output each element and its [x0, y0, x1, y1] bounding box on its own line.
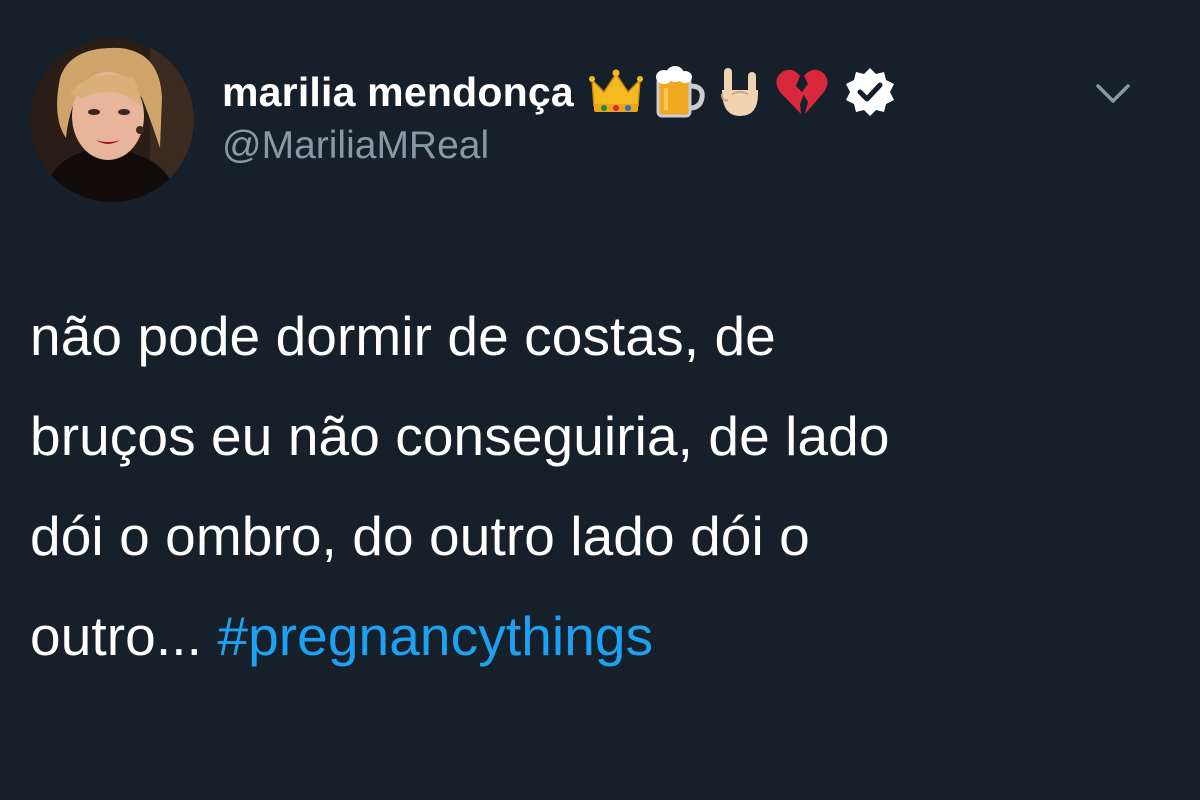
tweet-text-line: não pode dormir de costas, de [30, 305, 776, 367]
tweet-text: não pode dormir de costas, de bruços eu … [30, 286, 1150, 686]
crown-emoji [588, 64, 644, 120]
beer-mug-emoji [650, 64, 706, 120]
tweet-text-line: bruços eu não conseguiria, de lado [30, 405, 890, 467]
author-handle[interactable]: @MariliaMReal [222, 124, 489, 168]
chevron-down-icon[interactable] [1090, 76, 1136, 112]
verified-badge-icon [842, 64, 898, 120]
sign-of-horns-emoji [712, 64, 768, 120]
tweet-text-line: dói o ombro, do outro lado dói o [30, 505, 810, 567]
broken-heart-emoji [774, 64, 830, 120]
tweet-card: marilia mendonça @MariliaMReal não pode … [0, 0, 1200, 800]
avatar[interactable] [30, 38, 194, 202]
display-name[interactable]: marilia mendonça [222, 69, 574, 116]
author-name-row: marilia mendonça [222, 62, 898, 122]
tweet-text-line: outro... [30, 605, 218, 667]
tweet-text-last-line: outro... #pregnancythings [30, 586, 1150, 686]
hashtag-link[interactable]: #pregnancythings [217, 605, 653, 667]
